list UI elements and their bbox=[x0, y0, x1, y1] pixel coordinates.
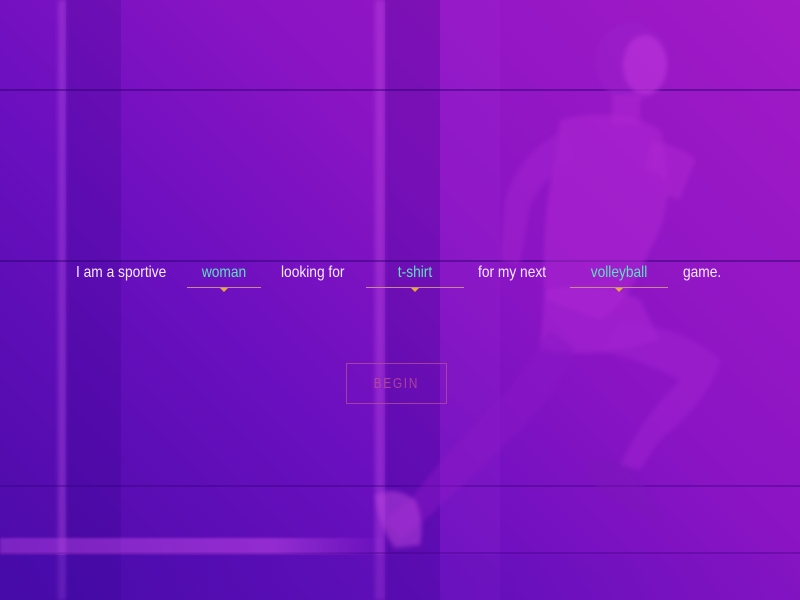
preference-sentence: I am a sportive woman looking for t-shir… bbox=[0, 262, 800, 292]
sentence-suffix: game. bbox=[683, 264, 722, 281]
runner-silhouette bbox=[375, 22, 720, 548]
sentence-mid-2: for my next bbox=[478, 264, 547, 281]
chevron-down-icon bbox=[615, 288, 623, 292]
sport-select[interactable]: volleyball bbox=[570, 262, 668, 292]
begin-button-label: BEGIN bbox=[373, 375, 420, 392]
background-photo bbox=[0, 0, 800, 600]
product-select[interactable]: t-shirt bbox=[366, 262, 464, 292]
chevron-down-icon bbox=[220, 288, 228, 292]
sport-select-value: volleyball bbox=[590, 264, 648, 281]
product-select-value: t-shirt bbox=[397, 264, 433, 281]
sentence-mid-1: looking for bbox=[281, 264, 345, 281]
gender-select[interactable]: woman bbox=[187, 262, 261, 292]
chevron-down-icon bbox=[411, 288, 419, 292]
sentence-prefix: I am a sportive bbox=[76, 264, 167, 281]
gender-select-value: woman bbox=[201, 264, 247, 281]
begin-button[interactable]: BEGIN bbox=[346, 363, 447, 404]
